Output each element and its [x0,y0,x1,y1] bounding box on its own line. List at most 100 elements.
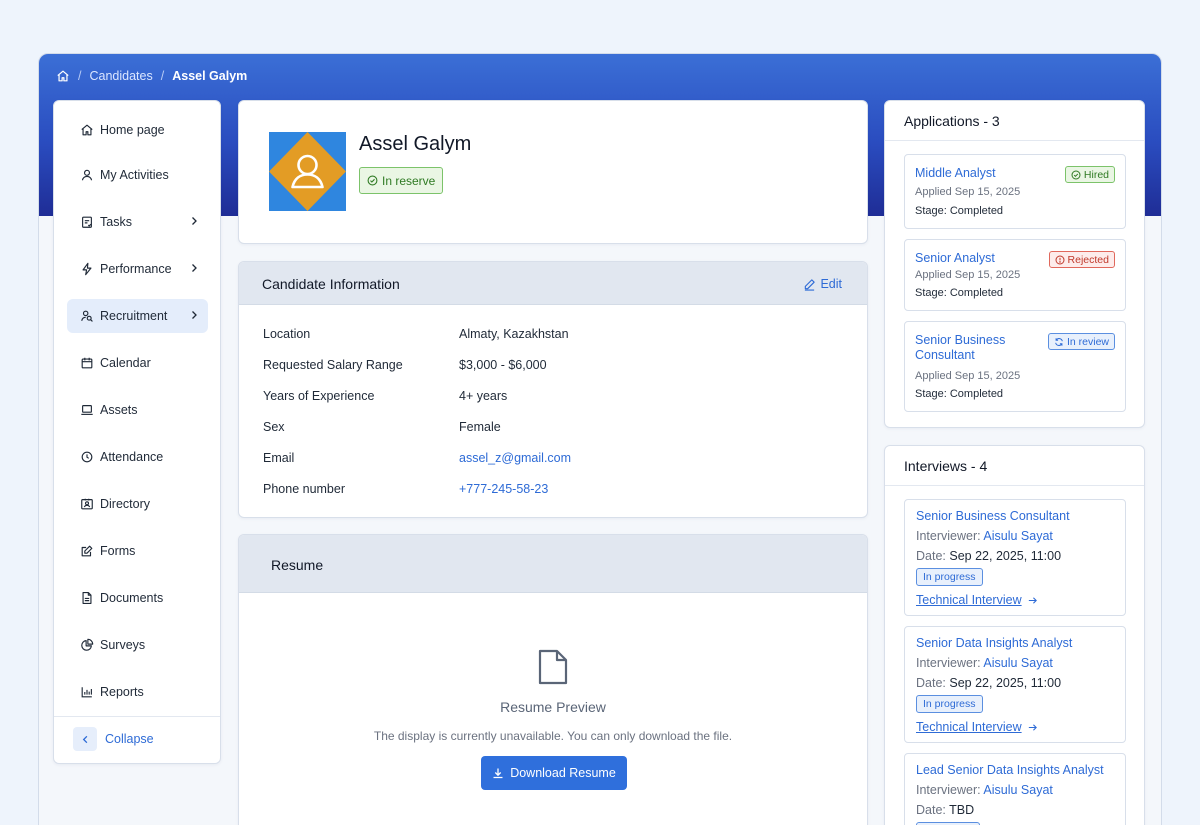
interview-title[interactable]: Senior Data Insights Analyst [916,636,1072,650]
interview-title[interactable]: Lead Senior Data Insights Analyst [916,763,1104,777]
interviewer-line: Interviewer: Aisulu Sayat [916,783,1053,797]
sidebar-item-label: Tasks [100,215,132,229]
info-value: $3,000 - $6,000 [459,358,547,372]
status-label: Rejected [1067,253,1109,266]
status-badge: In progress [916,695,983,713]
sidebar-item-label: Attendance [100,450,164,464]
breadcrumb-candidates[interactable]: Candidates [89,69,152,83]
application-stage: Stage: Completed [915,388,1004,400]
edit-button[interactable]: Edit [803,277,842,291]
sidebar-item-assets[interactable]: Assets [67,393,208,427]
user-icon [80,168,94,182]
interview-link-label: Technical Interview [916,593,1022,607]
card-header: Interviews - 4 [885,446,1144,486]
technical-interview-link[interactable]: Technical Interview [916,593,1038,607]
arrow-right-icon [1027,595,1038,606]
resume-preview-message: The display is currently unavailable. Yo… [373,729,733,743]
sidebar-item-label: Forms [100,544,136,558]
card-title: Applications - 3 [904,113,1000,129]
date-label: Date: [916,676,946,690]
download-label: Download Resume [510,766,616,780]
card-title: Interviews - 4 [904,458,988,474]
phone-link[interactable]: +777-245-58-23 [459,482,548,496]
interviewer-name[interactable]: Aisulu Sayat [983,529,1052,543]
interviews-card: Interviews - 4 Senior Business Consultan… [884,445,1145,825]
breadcrumb-separator: / [78,69,82,83]
email-link[interactable]: assel_z@gmail.com [459,451,571,465]
interview-date: Sep 22, 2025, 11:00 [949,549,1062,563]
technical-interview-link[interactable]: Technical Interview [916,720,1038,734]
sidebar-item-label: Performance [100,262,172,276]
status-badge: Rejected [1048,251,1115,268]
pencil-icon [803,278,816,291]
application-stage: Stage: Completed [915,205,1004,217]
alert-circle-icon [1055,254,1065,265]
collapse-label: Collapse [105,732,154,746]
chevron-left-icon [73,727,97,751]
sidebar-item-recruitment[interactable]: Recruitment [67,299,208,333]
sidebar-item-label: My Activities [100,168,169,182]
sidebar-item-label: Documents [100,591,164,605]
sidebar-item-home-page[interactable]: Home page [67,113,208,147]
chevron-right-icon [188,262,200,274]
info-value: Almaty, Kazakhstan [459,327,569,341]
card-title: Resume [271,557,324,573]
sidebar-item-directory[interactable]: Directory [67,487,208,521]
sidebar-item-my-activities[interactable]: My Activities [67,158,208,192]
download-resume-button[interactable]: Download Resume [481,756,627,790]
candidate-info-card: Candidate Information Edit Location Alma… [238,261,868,518]
status-badge: In review [1047,333,1115,350]
info-label: Requested Salary Range [263,358,403,372]
file-icon [536,648,570,686]
card-header: Applications - 3 [885,101,1144,141]
breadcrumb-current: Assel Galym [172,69,248,83]
status-label: In review [1066,335,1109,348]
interviewer-name[interactable]: Aisulu Sayat [983,783,1052,797]
profile-card: Assel Galym In reserve [238,100,868,244]
card-header: Resume [239,535,867,593]
date-line: Date: TBD [916,803,974,817]
sidebar-item-performance[interactable]: Performance [67,252,208,286]
sidebar-item-forms[interactable]: Forms [67,534,208,568]
refresh-icon [1054,337,1064,347]
application-item[interactable]: Senior Analyst Rejected Applied Sep 15, … [904,239,1126,311]
status-badge: Hired [1064,166,1115,183]
edit-form-icon [80,544,94,558]
document-icon [80,591,94,605]
application-title[interactable]: Senior Business Consultant [915,333,1045,363]
interview-date: TBD [949,803,975,817]
info-label: Sex [263,420,285,434]
date-line: Date: Sep 22, 2025, 11:00 [916,676,1061,690]
interview-item: Senior Data Insights Analyst Interviewer… [904,626,1126,743]
card-title: Candidate Information [262,276,400,292]
breadcrumb: / Candidates / Assel Galym [56,69,247,83]
sidebar-item-label: Calendar [100,356,151,370]
info-label: Phone number [263,482,346,496]
home-icon[interactable] [56,69,70,83]
application-item[interactable]: Senior Business Consultant In review App… [904,321,1126,412]
application-title[interactable]: Middle Analyst [915,166,1045,181]
sidebar-item-surveys[interactable]: Surveys [67,628,208,662]
info-value: Female [459,420,501,434]
applications-card: Applications - 3 Middle Analyst Hired Ap… [884,100,1145,428]
collapse-button[interactable]: Collapse [73,727,154,751]
interviewer-name[interactable]: Aisulu Sayat [983,656,1052,670]
sidebar-item-attendance[interactable]: Attendance [67,440,208,474]
sidebar-item-reports[interactable]: Reports [67,675,208,709]
sidebar-item-label: Assets [100,403,138,417]
interview-title[interactable]: Senior Business Consultant [916,509,1070,523]
sidebar-divider [54,716,220,717]
sidebar-item-tasks[interactable]: Tasks [67,205,208,239]
breadcrumb-separator: / [160,69,165,83]
sidebar-item-calendar[interactable]: Calendar [67,346,208,380]
application-item[interactable]: Middle Analyst Hired Applied Sep 15, 202… [904,154,1126,229]
sidebar-item-documents[interactable]: Documents [67,581,208,615]
sidebar-item-label: Surveys [100,638,146,652]
status-badge: In progress [916,568,983,586]
interview-item: Lead Senior Data Insights Analyst Interv… [904,753,1126,825]
date-label: Date: [916,803,946,817]
check-circle-icon [1071,169,1081,180]
home-icon [80,123,94,137]
application-title[interactable]: Senior Analyst [915,251,1045,266]
laptop-icon [80,403,94,417]
